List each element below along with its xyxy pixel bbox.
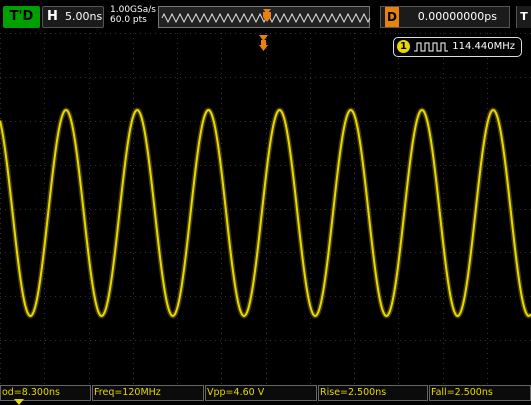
measurement-rise[interactable]: Rise=2.500ns [318, 385, 428, 401]
memory-overview-icon[interactable] [158, 6, 371, 28]
channel-marker-icon [14, 399, 24, 405]
measurement-bar: od=8.300ns Freq=120MHz Vpp=4.60 V Rise=2… [0, 384, 531, 405]
delay-letter: D [385, 7, 399, 27]
frequency-counter[interactable]: 1 114.440MHz [393, 37, 522, 57]
channel-indicator: 1 [397, 40, 410, 53]
timebase-letter: H [47, 9, 58, 24]
horizontal-delay[interactable]: D 0.00000000ps [380, 6, 510, 28]
sample-rate: 1.00GSa/s [110, 5, 156, 15]
memory-depth: 60.0 pts [110, 15, 147, 25]
waveform-display[interactable] [0, 33, 531, 384]
measurement-frequency[interactable]: Freq=120MHz [92, 385, 204, 401]
channel-1-waveform-glow [0, 107, 531, 319]
measurement-fall[interactable]: Fall=2.500ns [429, 385, 531, 401]
channel-1-waveform [0, 108, 531, 318]
square-wave-icon [414, 42, 448, 52]
graticule [0, 33, 531, 384]
status-bar: T'D H 5.00ns 1.00GSa/s 60.0 pts D 0.0000… [0, 0, 531, 33]
sample-info: 1.00GSa/s 60.0 pts [110, 5, 156, 25]
timebase-value: 5.00ns [65, 10, 103, 23]
measurement-vpp[interactable]: Vpp=4.60 V [205, 385, 317, 401]
trigger-status[interactable]: T [516, 6, 531, 28]
trigger-position-icon[interactable] [263, 9, 271, 22]
frequency-value: 114.440MHz [452, 41, 515, 52]
run-mode-badge[interactable]: T'D [3, 6, 40, 28]
delay-value: 0.00000000ps [417, 10, 497, 23]
horizontal-timebase[interactable]: H 5.00ns [42, 6, 104, 28]
